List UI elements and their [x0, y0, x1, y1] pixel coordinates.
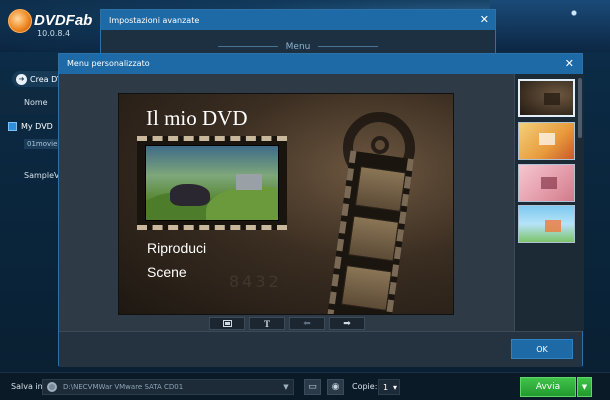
copies-select[interactable]: 1 ▾ [378, 379, 400, 395]
list-item-label: My DVD [21, 121, 53, 131]
canvas-toolbar: T ⬅ ➡ [209, 317, 365, 330]
scene-goat [170, 184, 210, 206]
start-button[interactable]: Avvia [520, 377, 576, 397]
arrow-left-icon: ⬅ [303, 318, 311, 329]
disc-icon [47, 382, 57, 392]
custom-menu-dialog: Menu personalizzato ✕ 8432 Il mio DVD Ri… [58, 53, 584, 367]
app-brand: DVDFab [34, 12, 93, 29]
template-orange[interactable] [518, 122, 575, 160]
video-thumbnail-frame[interactable] [137, 136, 287, 230]
template-film[interactable] [518, 79, 575, 117]
template-cartoon[interactable] [518, 205, 575, 243]
image-icon [222, 320, 232, 327]
text-icon: T [263, 318, 270, 329]
menu-preview-canvas[interactable]: 8432 Il mio DVD Riproduci Scene [118, 93, 454, 315]
start-options-button[interactable]: ▼ [577, 377, 592, 397]
ok-button[interactable]: OK [511, 339, 573, 359]
chevron-down-icon[interactable]: ▼ [279, 380, 293, 394]
film-strip-decoration [324, 150, 414, 314]
dvdfab-logo-icon [8, 9, 32, 33]
template-preview-mark [539, 133, 555, 145]
menu-editor: 8432 Il mio DVD Riproduci Scene T ⬅ ➡ [59, 74, 514, 331]
film-frame [340, 265, 393, 312]
film-frame [347, 215, 400, 262]
iso-button[interactable]: ◉ [327, 379, 344, 395]
menu-title-text[interactable]: Il mio DVD [146, 106, 248, 131]
save-to-label: Salva in: [11, 382, 46, 391]
next-page-button[interactable]: ➡ [329, 317, 365, 330]
chevron-down-icon: ▼ [581, 383, 588, 391]
list-item[interactable]: SampleVi [24, 171, 62, 180]
template-preview-mark [544, 93, 560, 105]
film-reel-hub [371, 136, 389, 154]
film-frame [354, 166, 407, 213]
dialog-title: Menu personalizzato [67, 59, 150, 68]
close-icon[interactable]: ✕ [480, 13, 489, 26]
save-path-value: D:\NECVMWar VMware SATA CD01 [63, 383, 184, 391]
menu-play-button[interactable]: Riproduci [147, 240, 206, 256]
chevron-down-icon: ▾ [392, 382, 397, 392]
scene-hut [236, 174, 262, 190]
close-icon[interactable]: ✕ [565, 57, 574, 70]
folder-button[interactable]: ▭ [304, 379, 321, 395]
previous-page-button[interactable]: ⬅ [289, 317, 325, 330]
save-path-select[interactable]: D:\NECVMWar VMware SATA CD01 ▼ [42, 379, 294, 395]
template-preview-mark [541, 177, 557, 189]
insert-image-button[interactable] [209, 317, 245, 330]
arrow-right-icon: ➡ [343, 318, 351, 329]
title-chip[interactable]: 01movie [24, 139, 61, 149]
copies-label: Copie: [352, 382, 378, 391]
bottom-bar: Salva in: D:\NECVMWar VMware SATA CD01 ▼… [0, 372, 610, 400]
tab-menu[interactable]: Menu [101, 42, 495, 52]
tab-menu-label: Menu [285, 42, 311, 52]
scene-hill [206, 186, 278, 220]
template-scrollbar[interactable] [578, 78, 582, 138]
column-header-name[interactable]: Nome [24, 98, 48, 107]
background-watermark: 8432 [229, 272, 282, 291]
folder-icon: ▭ [308, 382, 317, 392]
template-preview-mark [545, 220, 561, 232]
template-pink[interactable] [518, 164, 575, 202]
menu-scenes-button[interactable]: Scene [147, 264, 187, 280]
header-artwork [490, 0, 610, 52]
dialog-footer: OK [59, 331, 582, 367]
item-checkbox[interactable] [8, 121, 17, 131]
copies-value: 1 [383, 382, 389, 392]
video-thumbnail [145, 145, 279, 221]
dialog-titlebar: Menu personalizzato ✕ [59, 54, 582, 74]
arrow-right-circle-icon: ➜ [16, 73, 27, 85]
insert-text-button[interactable]: T [249, 317, 285, 330]
app-version: 10.0.8.4 [37, 29, 71, 38]
list-item[interactable]: My DVD [0, 117, 58, 135]
template-list [514, 74, 584, 331]
iso-icon: ◉ [331, 382, 340, 392]
dialog-title: Impostazioni avanzate [101, 10, 495, 30]
advanced-settings-dialog: Impostazioni avanzate ✕ Menu [100, 9, 496, 59]
